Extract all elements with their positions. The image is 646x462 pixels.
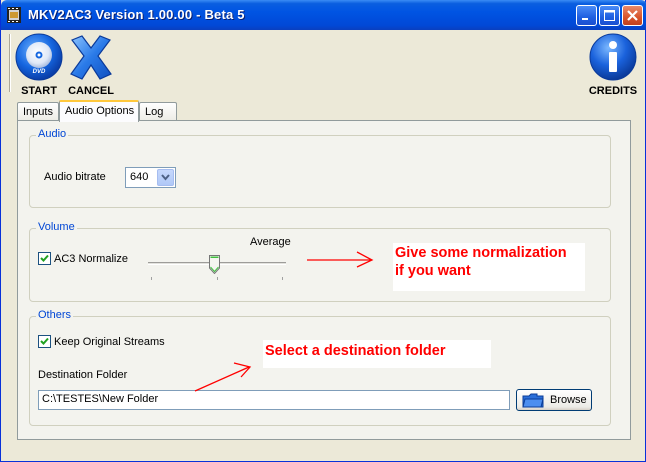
film-strip-icon [7,7,21,23]
title-bar[interactable]: MKV2AC3 Version 1.00.00 - Beta 5 [1,0,646,30]
audio-group: Audio [29,128,611,208]
destination-annotation: Select a destination folder [263,340,491,368]
minimize-icon [582,18,588,20]
window-title: MKV2AC3 Version 1.00.00 - Beta 5 [28,7,245,22]
ac3-normalize-checkbox[interactable] [38,252,51,265]
start-button[interactable]: DVD START [13,32,65,97]
toolbar-separator [9,34,11,92]
audio-bitrate-label: Audio bitrate [44,171,106,183]
cancel-button[interactable]: CANCEL [65,32,117,97]
ac3-normalize-label: AC3 Normalize [54,253,128,265]
dropdown-button[interactable] [157,169,174,186]
svg-text:DVD: DVD [33,69,46,75]
audio-bitrate-select[interactable]: 640 [125,167,176,188]
app-window: MKV2AC3 Version 1.00.00 - Beta 5 DVD STA… [0,0,646,462]
keep-original-streams-label: Keep Original Streams [54,336,165,348]
normalization-annotation: Give some normalization if you want [393,243,585,291]
credits-button[interactable]: CREDITS [585,32,641,97]
volume-group-title: Volume [36,221,77,233]
close-icon [627,10,638,21]
destination-folder-input[interactable] [42,393,506,405]
keep-original-streams-checkbox[interactable] [38,335,51,348]
tab-audio-options[interactable]: Audio Options [59,100,139,122]
info-icon [589,33,637,81]
audio-group-title: Audio [36,128,69,140]
normalization-slider-thumb[interactable] [209,255,220,274]
destination-folder-field[interactable] [38,390,510,410]
credits-label: CREDITS [588,85,638,97]
cancel-x-icon [70,35,112,80]
folder-icon [522,393,544,408]
slider-tick [282,277,283,280]
start-label: START [21,85,57,97]
close-button[interactable] [622,5,643,26]
dvd-disc-icon: DVD [15,33,63,81]
tab-inputs[interactable]: Inputs [17,102,59,121]
minimize-button[interactable] [576,5,597,26]
destination-folder-label: Destination Folder [38,369,128,381]
checkmark-icon [40,337,49,345]
slider-tick [217,277,218,280]
annotation-line: if you want [395,263,471,279]
annotation-line: Give some normalization [395,245,567,261]
tab-log[interactable]: Log [139,102,177,121]
cancel-label: CANCEL [68,85,114,97]
slider-value-label: Average [250,236,291,248]
browse-label: Browse [550,394,587,406]
browse-button[interactable]: Browse [516,389,592,411]
maximize-icon [604,10,615,21]
maximize-button[interactable] [599,5,620,26]
checkmark-icon [40,254,49,262]
audio-bitrate-value: 640 [130,171,149,183]
slider-tick [151,277,152,280]
toolbar: DVD START CANCEL CREDITS [1,30,645,97]
chevron-down-icon [161,174,170,181]
others-group-title: Others [36,309,74,321]
